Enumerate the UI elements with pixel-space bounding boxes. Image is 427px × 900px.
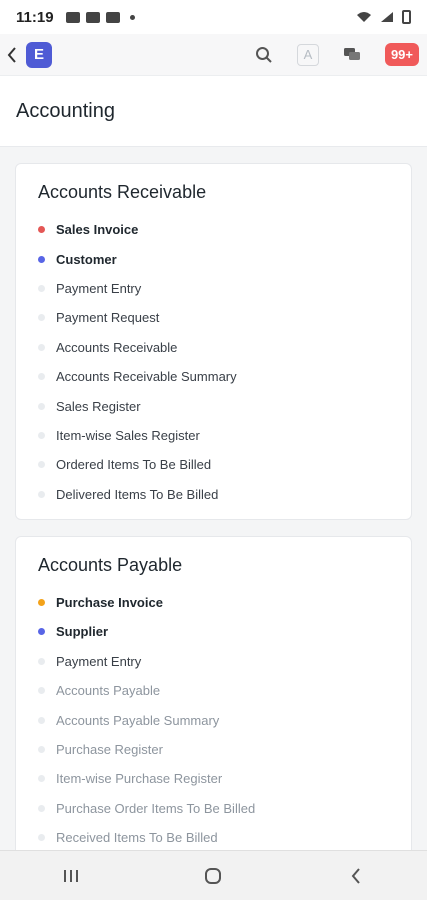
status-dot: [38, 402, 45, 410]
link-label: Delivered Items To Be Billed: [56, 486, 219, 502]
status-dot: [38, 657, 45, 665]
chevron-left-icon: [7, 46, 16, 63]
youtube-icon: [105, 11, 120, 23]
link-label: Payment Request: [56, 310, 160, 326]
link-label: Supplier: [56, 624, 109, 640]
link-sales-invoice[interactable]: Sales Invoice: [38, 215, 389, 244]
notification-badge[interactable]: 99+: [384, 43, 419, 66]
system-navigation-bar: [0, 850, 427, 900]
link-purchase-register[interactable]: Purchase Register: [38, 735, 389, 764]
status-dot: [38, 599, 45, 607]
page-title: Accounting: [16, 99, 115, 122]
link-purchase-invoice[interactable]: Purchase Invoice: [38, 588, 389, 617]
link-sales-register[interactable]: Sales Register: [38, 391, 389, 420]
link-payment-entry[interactable]: Payment Entry: [38, 274, 389, 303]
status-dot: [38, 255, 45, 263]
link-accounts-payable-summary[interactable]: Accounts Payable Summary: [38, 705, 389, 734]
app-logo[interactable]: E: [26, 41, 52, 68]
link-label: Accounts Receivable: [56, 339, 178, 355]
status-dot: [38, 461, 45, 469]
home-icon: [205, 867, 222, 884]
chat-icon: [343, 47, 360, 60]
status-dot: [38, 490, 45, 498]
link-ordered-items-to-be-billed[interactable]: Ordered Items To Be Billed: [38, 450, 389, 479]
signal-icon: [381, 12, 393, 22]
back-icon: [351, 867, 360, 884]
status-dot: [38, 284, 45, 292]
status-dot: [38, 834, 45, 842]
link-purchase-order-items-to-be-billed[interactable]: Purchase Order Items To Be Billed: [38, 794, 389, 823]
more-notifications-icon: [129, 14, 135, 20]
link-supplier[interactable]: Supplier: [38, 617, 389, 646]
home-button[interactable]: [193, 861, 233, 891]
status-dot: [38, 746, 45, 754]
link-label: Sales Invoice: [56, 222, 139, 238]
link-customer[interactable]: Customer: [38, 244, 389, 273]
link-label: Customer: [56, 251, 117, 267]
system-back-button[interactable]: [336, 861, 376, 891]
link-item-wise-sales-register[interactable]: Item-wise Sales Register: [38, 421, 389, 450]
link-label: Item-wise Purchase Register: [56, 771, 223, 787]
status-dot: [38, 226, 45, 234]
status-dot: [38, 314, 45, 322]
link-label: Purchase Register: [56, 742, 163, 758]
search-button[interactable]: [253, 44, 275, 66]
link-label: Purchase Order Items To Be Billed: [56, 800, 256, 816]
page-header: Accounting: [0, 76, 427, 147]
chat-button[interactable]: [341, 44, 363, 66]
status-dot: [38, 716, 45, 724]
youtube-icon: [85, 11, 100, 23]
link-received-items-to-be-billed[interactable]: Received Items To Be Billed: [38, 823, 389, 850]
link-label: Received Items To Be Billed: [56, 830, 218, 846]
section-title: Accounts Payable: [38, 554, 183, 575]
gallery-icon: [65, 11, 80, 23]
app-navbar: E A 99+: [0, 34, 427, 76]
user-avatar[interactable]: A: [296, 43, 319, 66]
status-dot: [38, 628, 45, 636]
link-label: Ordered Items To Be Billed: [56, 457, 212, 473]
link-accounts-receivable[interactable]: Accounts Receivable: [38, 333, 389, 362]
status-bar: 11:19: [0, 0, 427, 34]
recent-apps-icon: [64, 869, 79, 882]
content-area: Accounts Receivable Sales Invoice Custom…: [0, 147, 427, 850]
status-time: 11:19: [16, 8, 54, 26]
link-delivered-items-to-be-billed[interactable]: Delivered Items To Be Billed: [38, 480, 389, 509]
recent-apps-button[interactable]: [51, 861, 91, 891]
link-label: Payment Entry: [56, 653, 142, 669]
search-icon: [255, 46, 272, 63]
section-card-accounts-receivable: Accounts Receivable Sales Invoice Custom…: [15, 163, 412, 520]
status-dot: [38, 687, 45, 695]
link-label: Accounts Receivable Summary: [56, 369, 237, 385]
status-dot: [38, 775, 45, 783]
link-payment-request[interactable]: Payment Request: [38, 303, 389, 332]
link-label: Accounts Payable: [56, 683, 161, 699]
section-card-accounts-payable: Accounts Payable Purchase Invoice Suppli…: [15, 535, 412, 850]
back-button[interactable]: [2, 40, 22, 70]
link-label: Item-wise Sales Register: [56, 427, 200, 443]
link-label: Accounts Payable Summary: [56, 712, 220, 728]
link-label: Sales Register: [56, 398, 141, 414]
status-dot: [38, 343, 45, 351]
status-dot: [38, 431, 45, 439]
link-label: Purchase Invoice: [56, 595, 163, 611]
link-accounts-payable[interactable]: Accounts Payable: [38, 676, 389, 705]
link-payment-entry[interactable]: Payment Entry: [38, 647, 389, 676]
status-dot: [38, 373, 45, 381]
status-dot: [38, 804, 45, 812]
link-item-wise-purchase-register[interactable]: Item-wise Purchase Register: [38, 764, 389, 793]
wifi-icon: [357, 12, 371, 22]
link-label: Payment Entry: [56, 280, 142, 296]
battery-icon: [402, 10, 411, 24]
section-title: Accounts Receivable: [38, 182, 207, 202]
link-accounts-receivable-summary[interactable]: Accounts Receivable Summary: [38, 362, 389, 391]
